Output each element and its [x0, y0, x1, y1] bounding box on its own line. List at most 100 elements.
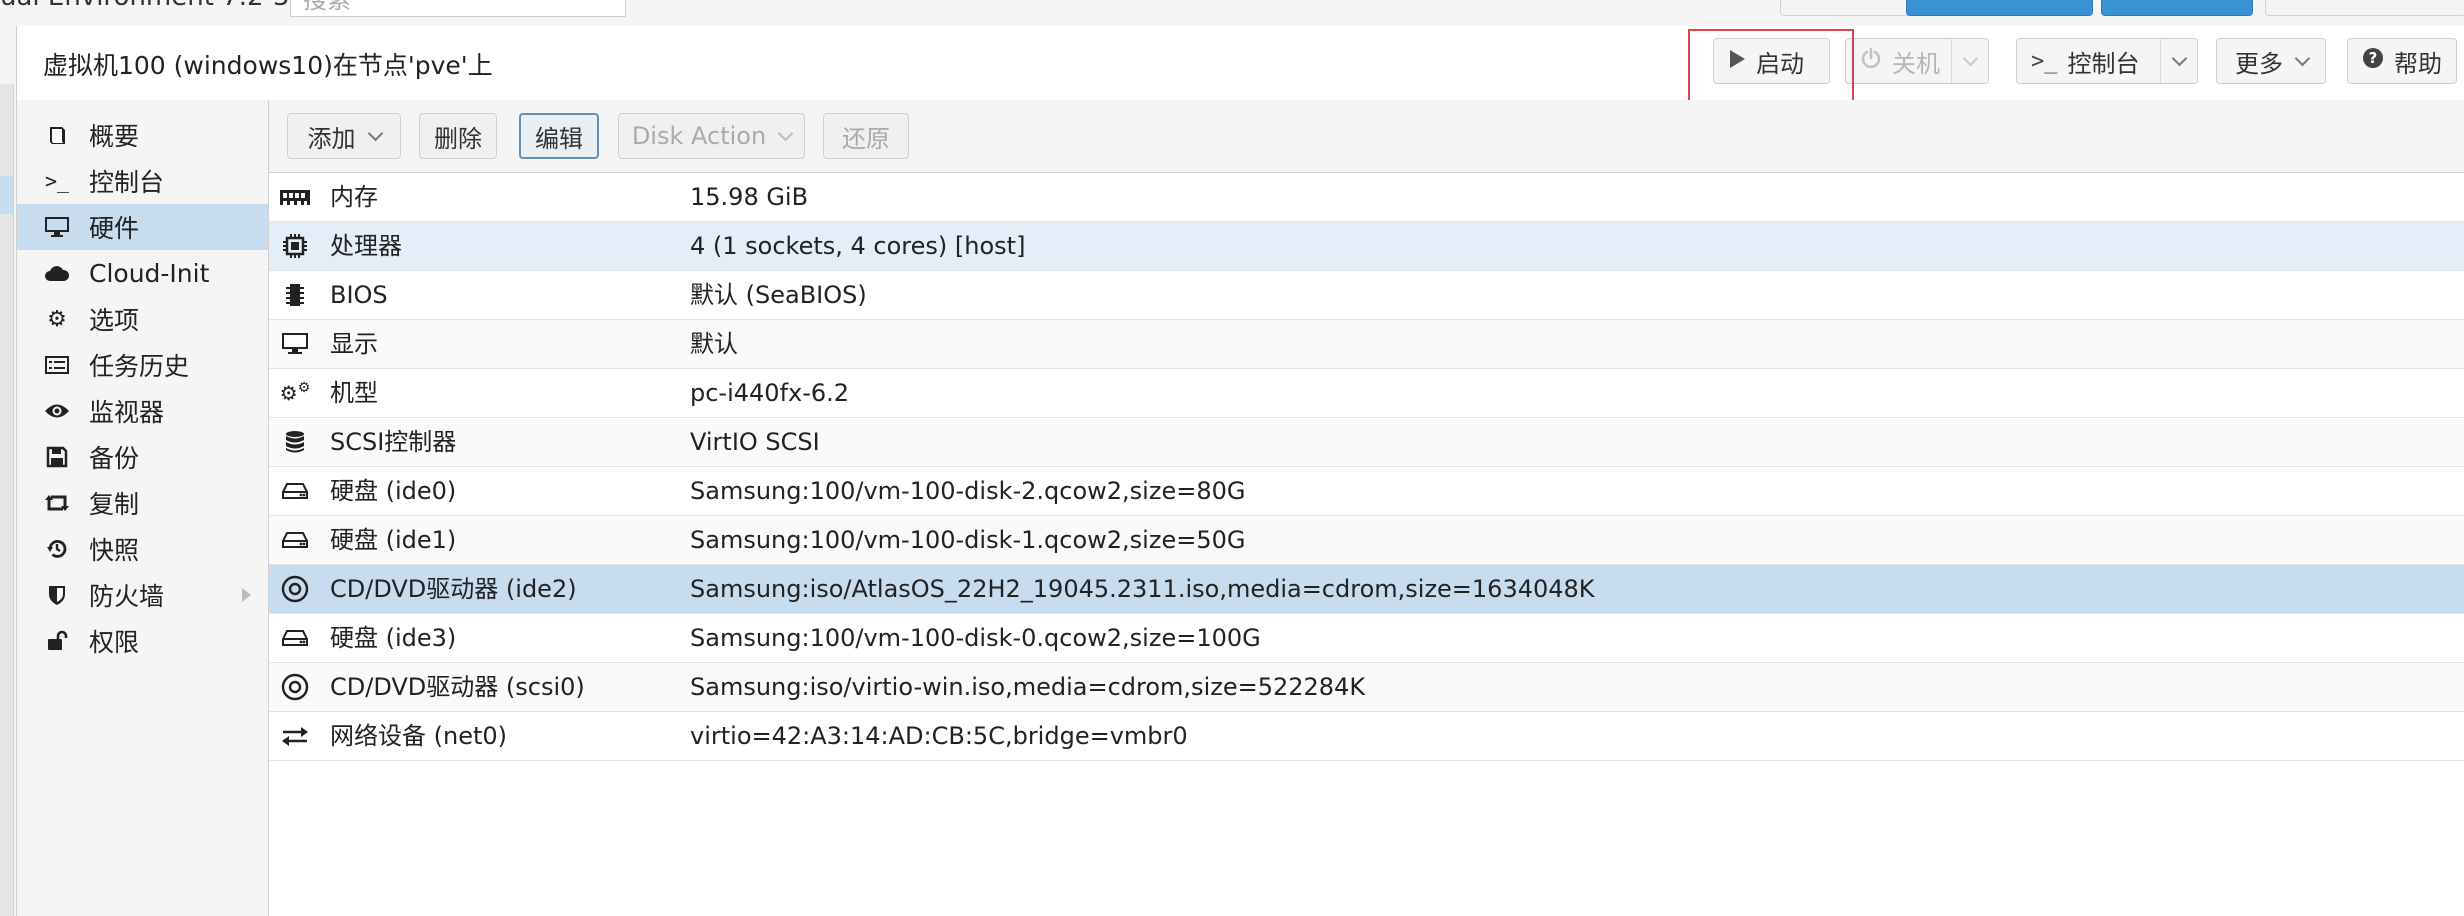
row-value: Samsung:100/vm-100-disk-1.qcow2,size=50G [690, 526, 1246, 554]
product-title: ual Environment 7.2-3 [0, 0, 289, 12]
add-button[interactable]: 添加 [287, 113, 401, 159]
search-input[interactable]: 搜索 [290, 0, 626, 17]
sidebar-item-label: 快照 [89, 536, 140, 565]
sidebar-item-replication[interactable]: 复制 [17, 480, 269, 526]
console-button[interactable]: >_ 控制台 [2016, 38, 2198, 84]
row-key: CD/DVD驱动器 (scsi0) [330, 673, 585, 701]
user-menu-button[interactable] [2265, 0, 2464, 16]
create-ct-button[interactable] [2101, 0, 2253, 16]
row-value: 15.98 GiB [690, 183, 809, 211]
row-key: 处理器 [330, 232, 402, 260]
table-row[interactable]: ⚙ ⚙ 机型 pc-i440fx-6.2 [269, 369, 2464, 418]
row-value: Samsung:100/vm-100-disk-0.qcow2,size=100… [690, 624, 1261, 652]
resource-tree-selection [0, 176, 13, 214]
table-row[interactable]: 硬盘 (ide1) Samsung:100/vm-100-disk-1.qcow… [269, 516, 2464, 565]
hardware-toolbar: 添加 删除 编辑 Disk Action 还原 [269, 100, 2464, 173]
row-key: BIOS [330, 281, 388, 309]
table-row[interactable]: 硬盘 (ide3) Samsung:100/vm-100-disk-0.qcow… [269, 614, 2464, 663]
page-title: 虚拟机100 (windows10)在节点'pve'上 [43, 51, 493, 80]
row-value: virtio=42:A3:14:AD:CB:5C,bridge=vmbr0 [690, 722, 1188, 750]
sidebar-item-options[interactable]: ⚙ 选项 [17, 296, 269, 342]
console-menu-toggle[interactable] [2160, 39, 2197, 83]
more-label: 更多 [2235, 49, 2283, 78]
shutdown-button[interactable]: 关机 [1845, 38, 1989, 84]
row-value: Samsung:iso/AtlasOS_22H2_19045.2311.iso,… [690, 575, 1595, 603]
table-row[interactable]: SCSI控制器 VirtIO SCSI [269, 418, 2464, 467]
table-row[interactable]: CD/DVD驱动器 (scsi0) Samsung:iso/virtio-win… [269, 663, 2464, 712]
hardware-grid: 内存 15.98 GiB 处理器 4 (1 sockets, 4 cores) … [269, 173, 2464, 761]
remove-button[interactable]: 删除 [419, 113, 497, 159]
cdrom-icon [273, 565, 317, 613]
sidebar-item-firewall[interactable]: 防火墙 [17, 572, 269, 618]
hdd-icon [273, 467, 317, 515]
eye-icon [43, 402, 71, 420]
edit-label: 编辑 [535, 124, 583, 153]
row-key: 显示 [330, 330, 378, 358]
help-label: 帮助 [2394, 49, 2442, 78]
row-value: 4 (1 sockets, 4 cores) [host] [690, 232, 1026, 260]
row-value: 默认 [690, 330, 738, 358]
table-row[interactable]: BIOS 默认 (SeaBIOS) [269, 271, 2464, 320]
table-row[interactable]: 显示 默认 [269, 320, 2464, 369]
disk-action-label: Disk Action [631, 122, 767, 150]
hardware-panel: 添加 删除 编辑 Disk Action 还原 内存 15.98 GiB 处理器… [268, 100, 2464, 916]
sidebar-item-cloud-init[interactable]: Cloud-Init [17, 250, 269, 296]
sidebar-item-label: 概要 [89, 122, 140, 151]
monitor-icon [43, 216, 71, 238]
sidebar-item-task-history[interactable]: 任务历史 [17, 342, 269, 388]
table-row[interactable]: CD/DVD驱动器 (ide2) Samsung:iso/AtlasOS_22H… [269, 565, 2464, 614]
shutdown-label: 关机 [1892, 49, 1940, 78]
table-row[interactable]: 网络设备 (net0) virtio=42:A3:14:AD:CB:5C,bri… [269, 712, 2464, 761]
terminal-icon: >_ [2031, 48, 2058, 74]
edit-button[interactable]: 编辑 [519, 113, 599, 159]
vm-nav-sidebar: 概要 >_ 控制台 硬件 Cloud-Init ⚙ 选项 任务历史 监视器 备份… [16, 100, 269, 916]
sidebar-item-label: 防火墙 [89, 582, 165, 611]
sidebar-item-label: 选项 [89, 306, 140, 335]
chevron-down-icon [1962, 50, 1978, 66]
sidebar-item-label: 监视器 [89, 398, 165, 427]
row-key: 硬盘 (ide1) [330, 526, 457, 554]
row-key: 硬盘 (ide0) [330, 477, 457, 505]
sidebar-item-label: Cloud-Init [89, 258, 210, 288]
sidebar-item-label: 复制 [89, 490, 140, 519]
row-value: 默认 (SeaBIOS) [690, 281, 867, 309]
search-placeholder: 搜索 [303, 0, 351, 14]
sidebar-item-console[interactable]: >_ 控制台 [17, 158, 269, 204]
chevron-down-icon [2294, 50, 2311, 66]
shutdown-menu-toggle[interactable] [1951, 39, 1988, 83]
revert-button[interactable]: 还原 [823, 113, 909, 159]
microchip-icon [273, 271, 317, 319]
add-label: 添加 [307, 124, 356, 153]
row-value: VirtIO SCSI [690, 428, 820, 456]
sidebar-item-permissions[interactable]: 权限 [17, 618, 269, 664]
retweet-icon [43, 493, 71, 513]
table-row[interactable]: 内存 15.98 GiB [269, 173, 2464, 222]
disk-action-button[interactable]: Disk Action [618, 113, 805, 159]
table-row[interactable]: 处理器 4 (1 sockets, 4 cores) [host] [269, 222, 2464, 271]
chevron-down-icon [777, 125, 794, 141]
help-button[interactable]: ? 帮助 [2347, 38, 2457, 84]
table-row[interactable]: 硬盘 (ide0) Samsung:100/vm-100-disk-2.qcow… [269, 467, 2464, 516]
sidebar-item-summary[interactable]: 概要 [17, 112, 269, 158]
row-value: Samsung:iso/virtio-win.iso,media=cdrom,s… [690, 673, 1366, 701]
revert-label: 还原 [842, 124, 890, 153]
sidebar-item-snapshots[interactable]: 快照 [17, 526, 269, 572]
create-vm-button[interactable] [1906, 0, 2093, 16]
more-button[interactable]: 更多 [2216, 38, 2326, 84]
shield-icon [43, 584, 71, 606]
resource-tree-edge [0, 26, 16, 916]
sidebar-item-label: 备份 [89, 444, 140, 473]
sidebar-item-backup[interactable]: 备份 [17, 434, 269, 480]
expand-arrow-icon[interactable] [242, 588, 251, 602]
row-key: 硬盘 (ide3) [330, 624, 457, 652]
terminal-icon: >_ [44, 169, 70, 193]
sidebar-item-hardware[interactable]: 硬件 [17, 204, 269, 250]
console-label: 控制台 [2067, 49, 2140, 78]
sidebar-item-monitor[interactable]: 监视器 [17, 388, 269, 434]
gear-icon: ⚙ [47, 306, 67, 332]
sidebar-item-label: 权限 [89, 628, 140, 657]
cloud-icon [43, 263, 71, 283]
sidebar-item-label: 任务历史 [89, 352, 190, 381]
top-bar: ual Environment 7.2-3 搜索 [0, 0, 2464, 26]
book-icon [43, 124, 71, 146]
